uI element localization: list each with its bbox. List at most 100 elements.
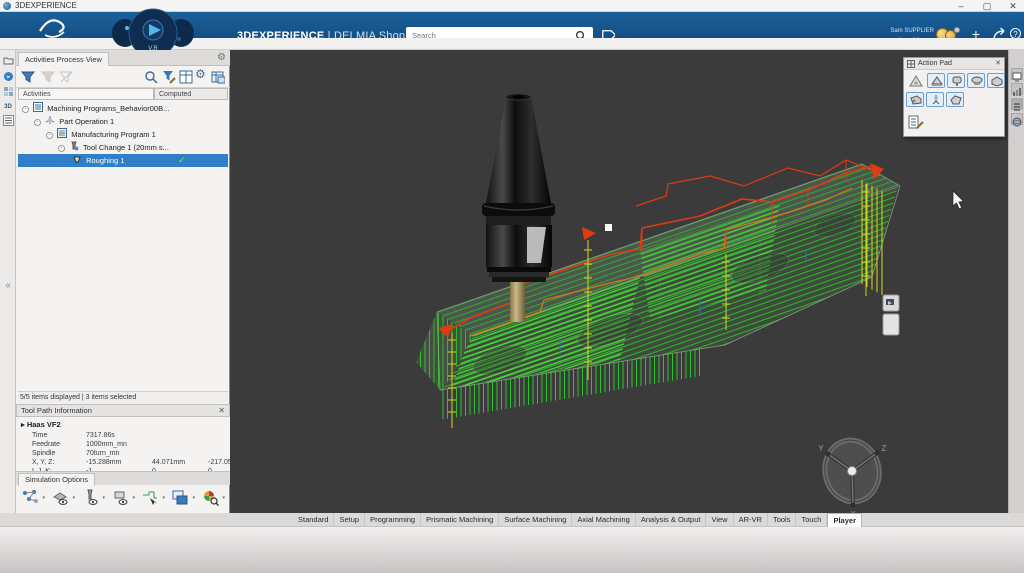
action-pad-button-head[interactable] bbox=[947, 73, 965, 88]
roughing-icon bbox=[72, 154, 82, 168]
windows-icon bbox=[172, 489, 189, 506]
machining-programs-icon bbox=[33, 102, 43, 116]
simulation-options-header: Simulation Options bbox=[16, 471, 230, 485]
panel-header: Activities Process View ⚙ bbox=[16, 50, 230, 66]
compass-icon[interactable] bbox=[2, 71, 14, 83]
action-pad-button-part[interactable] bbox=[946, 92, 964, 107]
filter-icon[interactable] bbox=[21, 70, 35, 84]
sphere-icon[interactable] bbox=[1011, 113, 1023, 125]
ribbon-tab-touch[interactable]: Touch bbox=[796, 513, 827, 527]
panel-title-tab[interactable]: Activities Process View bbox=[18, 52, 109, 66]
tree-toggle[interactable]: - bbox=[58, 145, 65, 152]
tree-label[interactable]: Machining Programs_Behavior00B... bbox=[47, 104, 169, 113]
3d-icon[interactable]: 3D bbox=[2, 101, 14, 113]
sim-option-tool-visibility[interactable]: ▾ bbox=[82, 489, 99, 507]
column-header-computed[interactable]: Computed bbox=[154, 88, 228, 100]
table-icon[interactable] bbox=[211, 70, 225, 84]
grid-icon bbox=[907, 60, 915, 68]
filter-edit-icon[interactable] bbox=[162, 70, 176, 84]
mask-tool-icon[interactable] bbox=[906, 73, 924, 88]
action-pad-button-probe[interactable] bbox=[926, 92, 944, 107]
tree-toggle[interactable]: - bbox=[34, 119, 41, 126]
filter-clear-icon[interactable] bbox=[59, 70, 73, 84]
tool-path-info-header[interactable]: Tool Path Information ✕ bbox=[16, 404, 230, 417]
ribbon-tab-prismatic-machining[interactable]: Prismatic Machining bbox=[421, 513, 499, 527]
ribbon-tab-tools[interactable]: Tools bbox=[768, 513, 797, 527]
tree-row[interactable]: - Tool Change 1 (20mm s... bbox=[18, 141, 228, 154]
panel-status-text: 5/5 items displayed | 3 items selected bbox=[18, 391, 228, 403]
ribbon-tab-player[interactable]: Player bbox=[827, 513, 862, 527]
tree-toggle[interactable]: - bbox=[22, 106, 29, 113]
ribbon-tab-view[interactable]: View bbox=[706, 513, 733, 527]
checklist-edit-icon[interactable] bbox=[906, 114, 924, 129]
gear-icon[interactable]: ⚙ bbox=[195, 67, 206, 81]
search-icon[interactable] bbox=[144, 70, 158, 84]
ribbon-tab-programming[interactable]: Programming bbox=[365, 513, 421, 527]
close-icon[interactable]: ✕ bbox=[995, 58, 1001, 69]
left-edge-toolbar: 3D « bbox=[0, 50, 16, 513]
column-header-activities[interactable]: Activities bbox=[18, 88, 154, 100]
sim-option-toolpath-select[interactable]: ▾ bbox=[142, 489, 159, 507]
ribbon-tab-ar-vr[interactable]: AR-VR bbox=[734, 513, 768, 527]
3d-viewport[interactable]: Y Z X bbox=[230, 50, 1008, 513]
window-title: 3DEXPERIENCE bbox=[15, 1, 77, 10]
ribbon-tab-axial-machining[interactable]: Axial Machining bbox=[572, 513, 636, 527]
maximize-button[interactable]: ▢ bbox=[978, 0, 996, 12]
tree-list-icon[interactable] bbox=[1011, 98, 1023, 110]
gear-icon[interactable]: ⚙ bbox=[217, 52, 226, 63]
tree-row[interactable]: - Manufacturing Program 1 bbox=[18, 128, 228, 141]
sim-option-stock-visibility[interactable]: ▾ bbox=[112, 489, 129, 507]
tpi-row-feedrate: Feedrate1000mm_mn bbox=[16, 441, 230, 450]
close-icon[interactable]: ✕ bbox=[218, 405, 225, 417]
action-pad-panel[interactable]: Action Pad ✕ bbox=[903, 57, 1005, 137]
tree-label[interactable]: Tool Change 1 (20mm s... bbox=[83, 143, 169, 152]
manufacturing-program-icon bbox=[57, 128, 67, 142]
tool-change-icon bbox=[69, 141, 79, 155]
sim-option-windows[interactable]: ▾ bbox=[172, 489, 189, 507]
collapse-chevron[interactable]: « bbox=[2, 280, 14, 292]
assembly-icon[interactable] bbox=[2, 86, 14, 98]
simulation-options-title[interactable]: Simulation Options bbox=[18, 473, 95, 486]
simulation-player-bar: ⚙ 7317.858s bbox=[0, 527, 1024, 573]
tool-eye-icon bbox=[82, 489, 99, 506]
tree-row-selected[interactable]: Roughing 1 ✓ bbox=[18, 154, 228, 167]
ribbon-tab-standard[interactable]: Standard bbox=[293, 513, 334, 527]
sim-option-material-analysis[interactable]: ▾ bbox=[202, 489, 219, 507]
viewport-section-buttons[interactable] bbox=[883, 295, 899, 335]
minimize-button[interactable]: – bbox=[952, 0, 970, 12]
action-pad-title: Action Pad bbox=[918, 58, 952, 69]
sim-option-path-nodes[interactable]: ▾ bbox=[22, 489, 39, 507]
ribbon-tab-surface-machining[interactable]: Surface Machining bbox=[499, 513, 572, 527]
chart-icon[interactable] bbox=[1011, 83, 1023, 95]
tpi-row-xyz: X, Y, Z:-15.288mm44.071mm-217.052mm bbox=[16, 459, 230, 468]
ribbon-tab-analysis-output[interactable]: Analysis & Output bbox=[636, 513, 707, 527]
stock-eye-icon bbox=[112, 489, 129, 506]
right-edge-toolbar bbox=[1008, 50, 1024, 513]
status-badge bbox=[954, 27, 960, 33]
tree-row[interactable]: - Machining Programs_Behavior00B... bbox=[18, 102, 228, 115]
display-icon[interactable] bbox=[1011, 68, 1023, 80]
folder-icon[interactable] bbox=[2, 56, 14, 68]
action-pad-button-machine[interactable] bbox=[927, 73, 945, 88]
tree-toggle[interactable]: - bbox=[46, 132, 53, 139]
tree-label[interactable]: Manufacturing Program 1 bbox=[71, 130, 156, 139]
tree-row[interactable]: - Part Operation 1 bbox=[18, 115, 228, 128]
action-pad-header[interactable]: Action Pad ✕ bbox=[904, 58, 1004, 70]
close-button[interactable]: ✕ bbox=[1004, 0, 1022, 12]
toolpath-cursor-icon bbox=[142, 489, 159, 506]
tree-label[interactable]: Roughing 1 bbox=[86, 156, 124, 165]
sim-option-machine-visibility[interactable]: ▾ bbox=[52, 489, 69, 507]
current-position-marker bbox=[605, 224, 612, 231]
columns-icon[interactable] bbox=[179, 70, 193, 84]
machine-name: ▸ Haas VF2 bbox=[21, 420, 61, 429]
action-pad-button-fixture[interactable] bbox=[906, 92, 924, 107]
ribbon-tab-setup[interactable]: Setup bbox=[334, 513, 365, 527]
list-icon[interactable] bbox=[2, 115, 14, 127]
filter-off-icon[interactable] bbox=[41, 70, 55, 84]
tree-label[interactable]: Part Operation 1 bbox=[59, 117, 114, 126]
action-pad-button-table[interactable] bbox=[967, 73, 985, 88]
user-name: Sam SUPPLIER bbox=[858, 26, 934, 36]
tpi-row-time: Time7317.86s bbox=[16, 432, 230, 441]
action-pad-button-block[interactable] bbox=[987, 73, 1005, 88]
panel-toolbar: ⚙ bbox=[16, 66, 230, 88]
